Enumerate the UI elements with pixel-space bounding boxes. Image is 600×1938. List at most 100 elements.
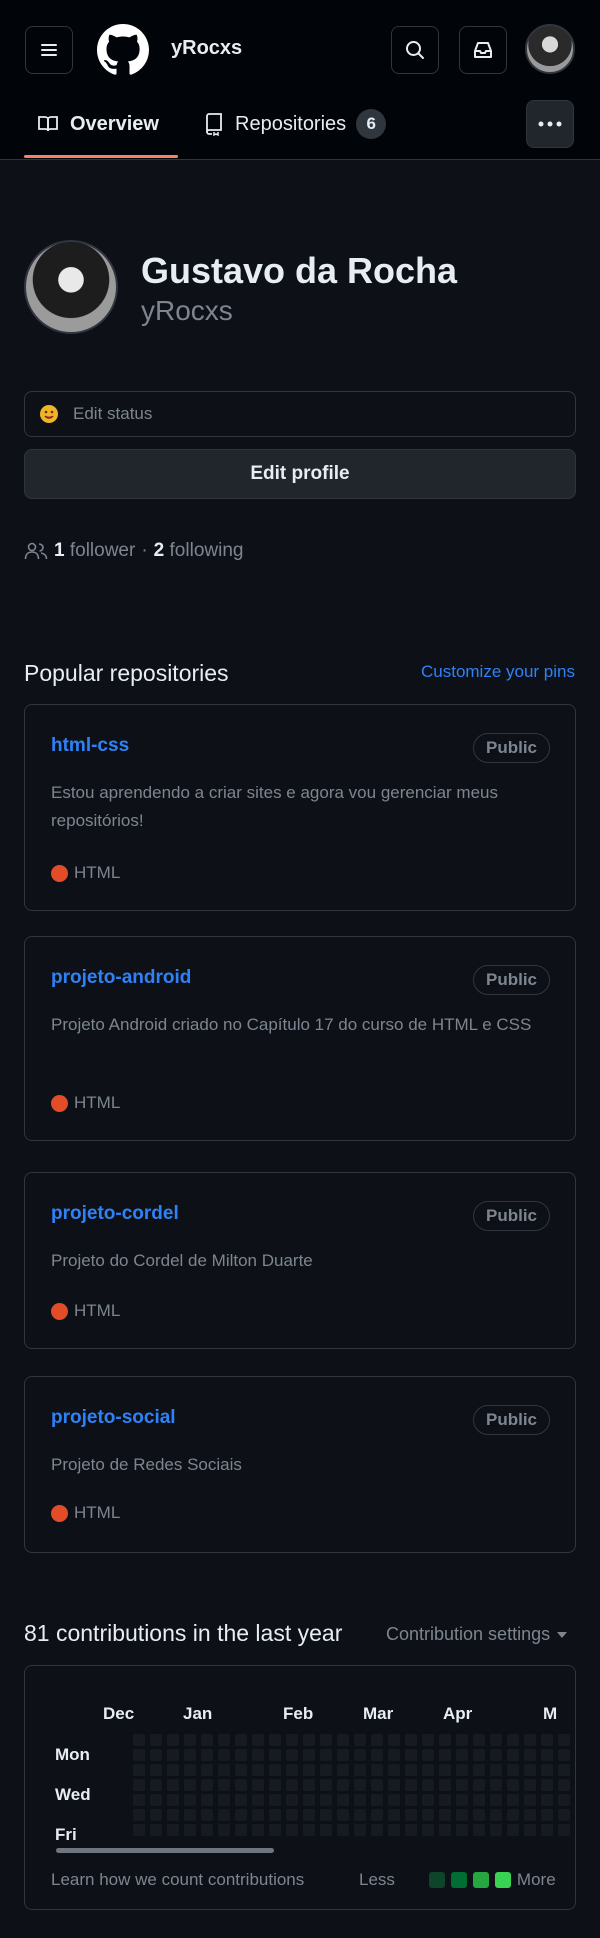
contribution-day-cell — [337, 1824, 349, 1836]
graph-scrollbar[interactable] — [56, 1848, 274, 1853]
contribution-day-cell — [541, 1824, 553, 1836]
contribution-day-cell — [252, 1824, 264, 1836]
contribution-day-cell — [507, 1809, 519, 1821]
contribution-day-cell — [524, 1764, 536, 1776]
contribution-day-cell — [184, 1809, 196, 1821]
search-button[interactable] — [391, 26, 439, 74]
contribution-day-cell — [337, 1794, 349, 1806]
header-username[interactable]: yRocxs — [171, 37, 242, 60]
contribution-day-cell — [218, 1764, 230, 1776]
visibility-badge: Public — [472, 733, 550, 763]
tab-overview[interactable]: Overview — [36, 104, 159, 144]
contribution-day-cell — [320, 1734, 332, 1746]
contribution-day-cell — [184, 1824, 196, 1836]
contribution-day-cell — [422, 1734, 434, 1746]
repo-language: HTML — [51, 1093, 120, 1113]
contribution-day-cell — [201, 1734, 213, 1746]
contribution-day-cell — [405, 1749, 417, 1761]
inbox-button[interactable] — [459, 26, 507, 74]
menu-button[interactable] — [25, 26, 73, 74]
profile-avatar[interactable] — [24, 240, 118, 334]
following-count: 2 — [153, 540, 165, 561]
contribution-day-cell — [473, 1749, 485, 1761]
contribution-day-cell — [150, 1824, 162, 1836]
tab-repositories-label: Repositories — [235, 112, 347, 135]
contribution-day-cell — [286, 1794, 298, 1806]
contribution-day-cell — [541, 1794, 553, 1806]
contribution-day-cell — [133, 1749, 145, 1761]
contribution-day-cell — [201, 1794, 213, 1806]
contribution-day-cell — [201, 1824, 213, 1836]
edit-status-button[interactable]: Edit status — [24, 391, 576, 437]
contribution-day-cell — [337, 1749, 349, 1761]
contribution-day-cell — [473, 1794, 485, 1806]
following-label: following — [169, 540, 244, 561]
month-label: Dec — [103, 1704, 135, 1723]
contribution-day-cell — [235, 1794, 247, 1806]
contribution-day-cell — [439, 1734, 451, 1746]
contribution-day-cell — [133, 1764, 145, 1776]
contribution-day-cell — [388, 1809, 400, 1821]
contribution-day-cell — [167, 1824, 179, 1836]
repo-name-link[interactable]: projeto-social — [51, 1407, 176, 1429]
contribution-day-cell — [286, 1749, 298, 1761]
contribution-day-cell — [354, 1764, 366, 1776]
repo-name-link[interactable]: html-css — [51, 735, 129, 757]
contribution-day-cell — [235, 1764, 247, 1776]
following-link[interactable]: 2 following — [154, 540, 244, 562]
more-options-button[interactable] — [526, 100, 574, 148]
customize-pins-link[interactable]: Customize your pins — [421, 662, 575, 682]
repo-name-link[interactable]: projeto-cordel — [51, 1203, 179, 1225]
contribution-settings-dropdown[interactable]: Contribution settings — [386, 1624, 568, 1645]
contribution-day-cell — [473, 1779, 485, 1791]
contribution-day-cell — [133, 1779, 145, 1791]
contribution-day-cell — [371, 1734, 383, 1746]
profile-name: Gustavo da Rocha — [141, 250, 458, 291]
contribution-day-cell — [303, 1794, 315, 1806]
learn-contributions-link[interactable]: Learn how we count contributions — [51, 1870, 304, 1890]
contribution-day-cell — [422, 1764, 434, 1776]
contribution-day-cell — [405, 1764, 417, 1776]
repo-name-link[interactable]: projeto-android — [51, 967, 191, 989]
contribution-day-cell — [286, 1824, 298, 1836]
contribution-day-cell — [388, 1779, 400, 1791]
repo-language: HTML — [51, 1301, 120, 1321]
language-color-dot — [51, 1504, 68, 1522]
followers-count: 1 — [54, 540, 65, 561]
contribution-day-cell — [320, 1779, 332, 1791]
contribution-day-cell — [201, 1809, 213, 1821]
contribution-day-cell — [286, 1779, 298, 1791]
day-label: Wed — [55, 1785, 91, 1804]
tab-repositories[interactable]: Repositories 6 — [203, 104, 387, 144]
contribution-day-cell — [541, 1734, 553, 1746]
user-avatar[interactable] — [525, 24, 575, 74]
contribution-day-cell — [490, 1764, 502, 1776]
github-logo-icon[interactable] — [97, 24, 149, 76]
contribution-day-cell — [167, 1794, 179, 1806]
contribution-day-cell — [541, 1764, 553, 1776]
follow-stats: 1 follower · 2 following — [24, 540, 243, 562]
contribution-day-cell — [303, 1779, 315, 1791]
contribution-day-cell — [320, 1794, 332, 1806]
contribution-day-cell — [150, 1764, 162, 1776]
follow-separator: · — [141, 540, 148, 561]
contribution-day-cell — [269, 1794, 281, 1806]
contribution-day-cell — [371, 1764, 383, 1776]
app-header: yRocxs Overview Repositories 6 — [0, 0, 600, 160]
day-label: Mon — [55, 1745, 90, 1764]
edit-profile-button[interactable]: Edit profile — [24, 449, 576, 499]
contribution-day-cell — [541, 1749, 553, 1761]
contribution-day-cell — [558, 1794, 570, 1806]
contribution-day-cell — [252, 1794, 264, 1806]
contribution-day-cell — [473, 1824, 485, 1836]
contribution-day-cell — [541, 1779, 553, 1791]
contribution-day-cell — [320, 1809, 332, 1821]
contribution-day-cell — [507, 1779, 519, 1791]
contribution-day-cell — [235, 1734, 247, 1746]
contribution-day-cell — [371, 1749, 383, 1761]
followers-link[interactable]: 1 follower — [54, 540, 135, 562]
contribution-day-cell — [354, 1824, 366, 1836]
people-icon — [24, 542, 48, 560]
contribution-day-cell — [133, 1824, 145, 1836]
contribution-day-cell — [422, 1824, 434, 1836]
